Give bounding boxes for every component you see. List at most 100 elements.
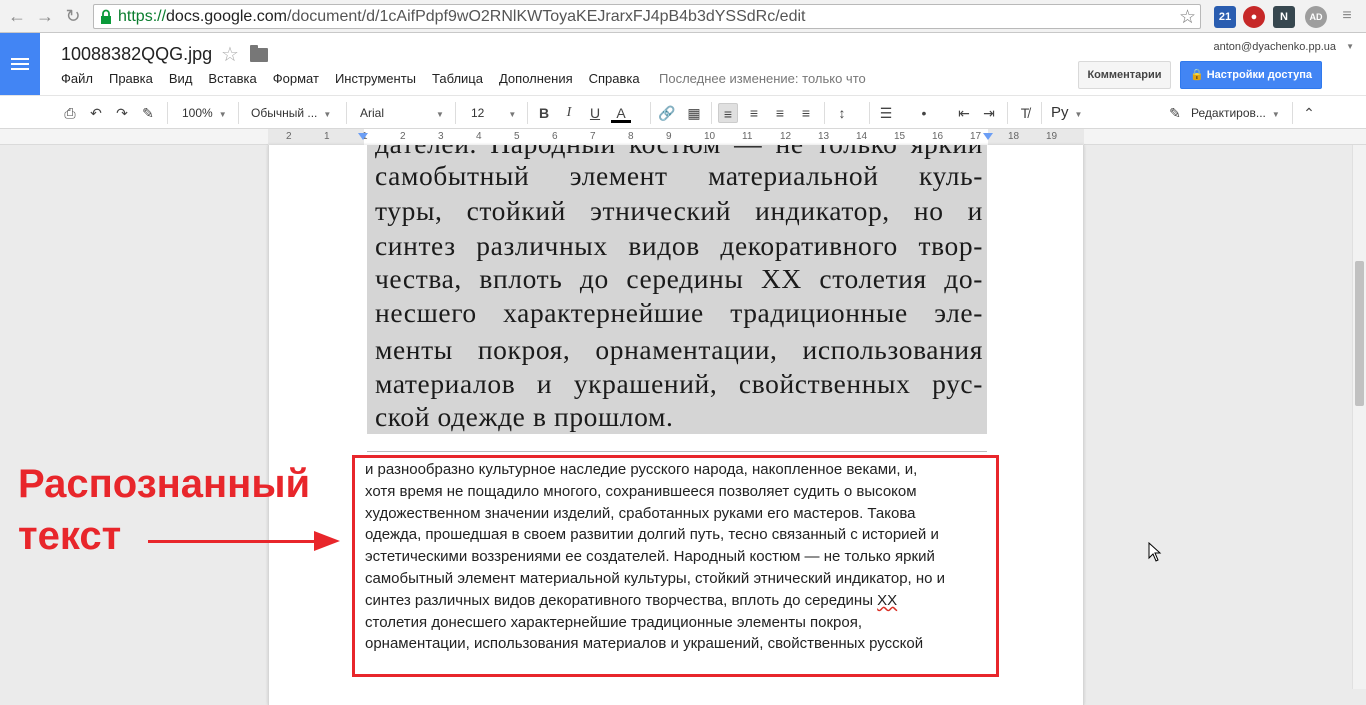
underline-icon[interactable]: U [585,103,605,123]
bold-icon[interactable]: B [534,103,554,123]
annotation-label-line2: текст [18,514,122,558]
menu-tools[interactable]: Инструменты [335,71,416,86]
ruler-number: 1 [324,131,330,142]
lock-icon: 🔒 [1189,69,1204,81]
decrease-indent-icon[interactable]: ⇤ [954,103,974,123]
back-icon[interactable]: ← [6,6,28,26]
menu-icon[interactable]: ≡ [1336,6,1358,26]
numbered-list-icon[interactable]: ☰ [876,103,896,123]
ruler-number: 14 [856,131,868,142]
chevron-down-icon[interactable]: ▼ [1346,42,1354,51]
undo-icon[interactable]: ↶ [86,103,106,123]
italic-icon[interactable]: I [559,103,579,123]
extension-calendar-icon[interactable]: 21 [1214,6,1236,28]
scan-line: чества, вплоть до середины XX столетия д… [375,263,983,294]
print-icon[interactable]: ⎙ [60,103,80,123]
comment-icon[interactable]: ▦ [684,103,704,123]
menu-file[interactable]: Файл [61,71,93,86]
ruler-number: 3 [438,131,444,142]
ruler-number: 17 [970,131,982,142]
folder-icon[interactable] [250,45,268,62]
annotation-label-line1: Распознанный [18,462,311,506]
browser-toolbar: ← → ↻ https://docs.google.com/document/d… [0,0,1366,33]
font-select[interactable]: Arial ▼ [360,103,444,123]
scan-line: дателей. Народный костюм — не только ярк… [375,145,983,160]
scan-line: синтез различных видов декоративного тво… [375,230,983,261]
menu-edit[interactable]: Правка [109,71,153,86]
ruler-number: 2 [286,131,292,142]
address-bar[interactable]: https://docs.google.com/document/d/1cAif… [93,4,1201,29]
right-indent-marker[interactable] [983,133,993,140]
scan-line: самобытный элемент материальной куль- [375,160,983,191]
ruler-number: 11 [742,131,753,142]
menu-help[interactable]: Справка [589,71,640,86]
scrollbar-thumb[interactable] [1355,261,1364,406]
vertical-scrollbar[interactable] [1352,145,1366,689]
pencil-icon: ✎ [1169,105,1181,121]
menu-table[interactable]: Таблица [432,71,483,86]
ruler-number: 18 [1008,131,1020,142]
collapse-menu-icon[interactable]: ⌃ [1299,103,1319,123]
ruler-number: 19 [1046,131,1058,142]
menu-insert[interactable]: Вставка [208,71,256,86]
ruler-number: 13 [818,131,830,142]
bookmark-star-icon[interactable]: ☆ [1179,6,1196,29]
scan-line: туры, стойкий этнический индикатор, но и [375,195,983,226]
align-center-icon[interactable]: ≡ [744,103,764,123]
text-color-icon[interactable]: A [611,103,631,123]
formatting-toolbar: ⎙ ↶ ↷ ✎ 100% ▼ Обычный ... ▼ Arial ▼ 12 ▼ B … [0,95,1366,129]
document-title[interactable]: 10088382QQG.jpg [61,44,212,65]
docs-header: 10088382QQG.jpg ☆ Файл Правка Вид Вставк… [0,33,1366,95]
style-select[interactable]: Обычный ... ▼ [251,103,331,123]
star-icon[interactable]: ☆ [221,42,239,67]
ruler[interactable]: 2 1 1 2 3 4 5 6 7 8 9 10 11 12 13 14 15 16 17 18 19 [0,129,1366,145]
line-spacing-icon[interactable]: ↕ [832,103,852,123]
ruler-number: 5 [514,131,520,142]
menu-format[interactable]: Формат [273,71,319,86]
lock-icon [101,9,111,24]
ruler-number: 2 [400,131,406,142]
ruler-number: 9 [666,131,672,142]
menu-bar: Файл Правка Вид Вставка Формат Инструмен… [61,71,656,86]
url-text: https://docs.google.com/document/d/1cAif… [118,8,806,25]
scan-line: материалов и украшений, свойственных рус… [375,368,983,399]
align-justify-icon[interactable]: ≡ [796,103,816,123]
align-left-icon[interactable]: ≡ [718,103,738,123]
font-size-select[interactable]: 12 ▼ [471,103,516,123]
comments-button[interactable]: Комментарии [1078,61,1171,89]
share-button[interactable]: 🔒 Настройки доступа [1180,61,1322,89]
extension-stop-icon[interactable]: ● [1243,6,1265,28]
forward-icon[interactable]: → [34,6,56,26]
zoom-select[interactable]: 100% ▼ [182,103,227,123]
clear-formatting-icon[interactable]: T̸ [1015,103,1035,123]
scan-line: несшего характернейшие традиционные эле- [375,297,983,328]
ruler-number: 16 [932,131,944,142]
ruler-number: 12 [780,131,792,142]
input-tools-select[interactable]: Ру ▼ [1051,103,1082,123]
annotation-arrow [148,540,318,543]
paint-format-icon[interactable]: ✎ [138,103,158,123]
docs-logo-icon[interactable] [0,33,40,95]
increase-indent-icon[interactable]: ⇥ [979,103,999,123]
bulleted-list-icon[interactable]: • [914,103,934,123]
align-right-icon[interactable]: ≡ [770,103,790,123]
menu-addons[interactable]: Дополнения [499,71,573,86]
ruler-number: 6 [552,131,558,142]
reload-icon[interactable]: ↻ [62,6,84,26]
extension-n-icon[interactable]: N [1273,6,1295,28]
share-button-label: Настройки доступа [1206,69,1313,81]
menu-view[interactable]: Вид [169,71,193,86]
left-indent-marker[interactable] [358,133,368,140]
account-email[interactable]: anton@dyachenko.pp.ua [1214,41,1336,53]
last-edit-status[interactable]: Последнее изменение: только что [659,71,866,86]
link-icon[interactable]: 🔗 [657,103,677,123]
editing-mode-select[interactable]: Редактиров... ▼ [1191,103,1280,123]
extension-ad-icon[interactable]: AD [1305,6,1327,28]
scanned-image[interactable]: дателей. Народный костюм — не только ярк… [367,145,987,434]
ruler-number: 10 [704,131,716,142]
redo-icon[interactable]: ↷ [112,103,132,123]
mouse-cursor-icon [1148,542,1162,562]
arrow-head-icon [314,531,340,551]
ruler-number: 7 [590,131,596,142]
horizontal-rule [367,451,987,452]
